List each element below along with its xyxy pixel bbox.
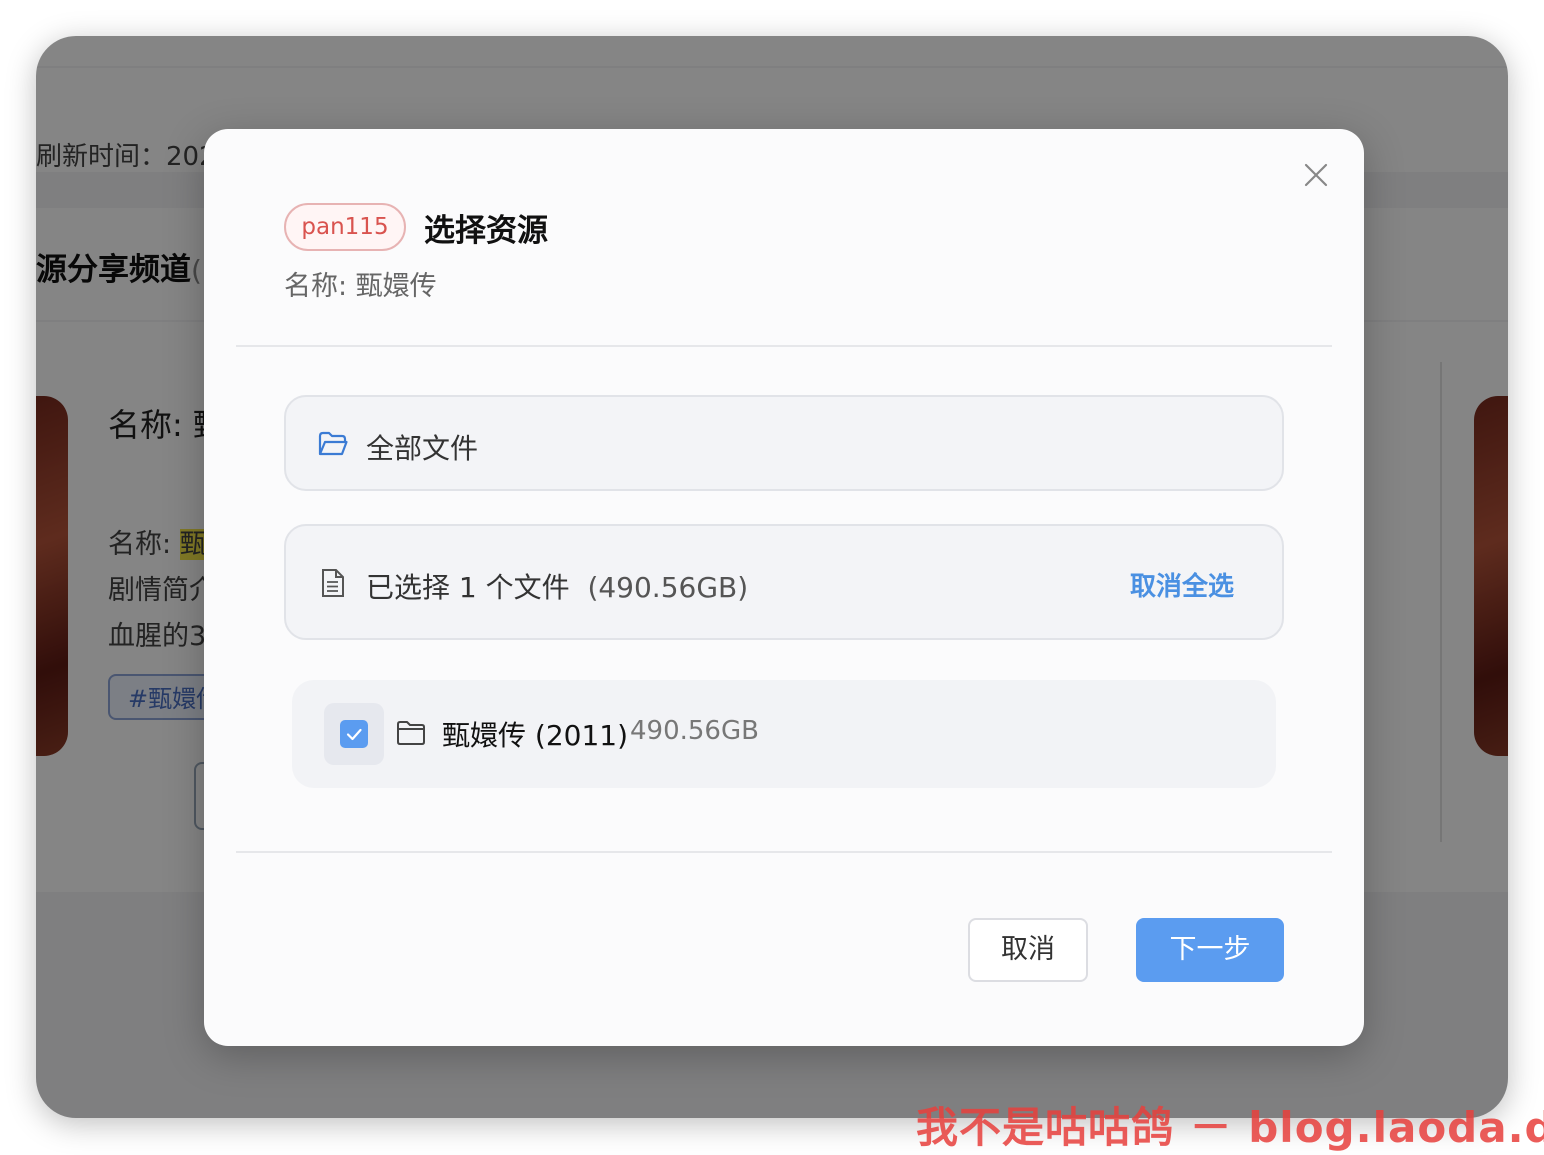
watermark: 我不是咕咕鸽 － blog.laoda.de (916, 1103, 1544, 1152)
deselect-all-link[interactable]: 取消全选 (1130, 566, 1234, 603)
document-icon (322, 569, 344, 597)
dialog-title: 选择资源 (424, 213, 548, 249)
footer-divider (236, 851, 1332, 853)
dialog-subtitle: 名称: 甄嬛传 (284, 271, 437, 302)
next-step-button[interactable]: 下一步 (1136, 918, 1284, 982)
checkmark-icon (346, 728, 362, 741)
cancel-button[interactable]: 取消 (968, 918, 1088, 982)
selection-summary: 已选择 1 个文件 (490.56GB) 取消全选 (284, 524, 1284, 640)
file-name: 甄嬛传 (2011) (442, 719, 629, 752)
selection-text: 已选择 1 个文件 (490.56GB) (366, 566, 748, 606)
folder-icon (397, 721, 425, 745)
selection-label: 已选择 1 个文件 (366, 571, 570, 604)
close-icon (1304, 163, 1328, 187)
selection-size: (490.56GB) (587, 571, 749, 604)
source-badge: pan115 (284, 203, 406, 251)
checkbox-wrapper[interactable] (324, 703, 384, 765)
file-size: 490.56GB (630, 716, 759, 746)
folder-open-icon (318, 431, 348, 456)
select-resource-dialog: pan115 选择资源 名称: 甄嬛传 全部文件 已选择 1 个文件 (490.… (204, 129, 1364, 1046)
all-files-label: 全部文件 (366, 432, 479, 465)
file-list-item[interactable]: 甄嬛传 (2011) 490.56GB (292, 680, 1276, 788)
close-button[interactable] (1300, 159, 1332, 191)
file-checkbox[interactable] (340, 720, 368, 748)
header-divider (236, 345, 1332, 347)
all-files-row[interactable]: 全部文件 (284, 395, 1284, 491)
